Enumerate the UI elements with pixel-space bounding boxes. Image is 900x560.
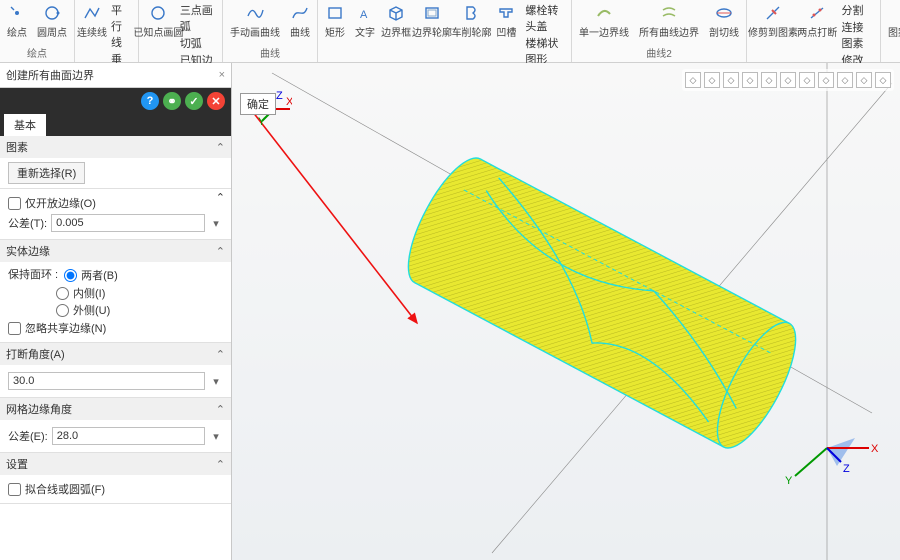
view-tool-5[interactable]: ◇ <box>780 72 796 88</box>
view-tool-0[interactable]: ◇ <box>685 72 701 88</box>
collapse-icon[interactable]: ⌃ <box>216 403 225 416</box>
spinner-icon[interactable]: ▾ <box>209 430 223 443</box>
silhouette-tool-icon <box>463 4 481 22</box>
mini-item[interactable]: 三点画弧 <box>178 2 218 34</box>
mesh-angle-input[interactable] <box>52 427 205 445</box>
tolerance-label: 公差(T): <box>8 215 47 231</box>
section-settings-title: 设置 <box>6 456 28 472</box>
view-tool-9[interactable]: ◇ <box>856 72 872 88</box>
all-edges-tool[interactable]: 所有曲线边界 <box>636 2 702 44</box>
collapse-icon[interactable]: ⌃ <box>216 191 225 204</box>
section-tool-icon <box>715 4 733 22</box>
view-tool-3[interactable]: ◇ <box>742 72 758 88</box>
collapse-icon[interactable]: ⌃ <box>216 245 225 258</box>
help-button[interactable]: ? <box>141 92 159 110</box>
open-edges-label: 仅开放边缘(O) <box>25 195 96 211</box>
viewport-3d[interactable]: 确定 X Y Z ◇◇◇◇◇◇◇◇◇◇◇ <box>232 63 900 560</box>
panel-title: 创建所有曲面边界 <box>6 67 94 83</box>
polyline-tool-icon <box>83 4 101 22</box>
collapse-icon[interactable]: ⌃ <box>216 141 225 154</box>
ok-button[interactable]: ✓ <box>185 92 203 110</box>
freehand-tool-icon <box>246 4 264 22</box>
collapse-icon[interactable]: ⌃ <box>216 458 225 471</box>
bbox-tool-icon <box>387 4 405 22</box>
confirm-button[interactable]: 确定 <box>240 93 276 115</box>
section-solid-edges-title: 实体边缘 <box>6 243 50 259</box>
mini-item[interactable]: 平行线 <box>109 2 134 50</box>
tolerance-input[interactable] <box>51 214 205 232</box>
svg-text:A: A <box>360 9 368 21</box>
mini-item[interactable]: 螺栓转头盖 <box>523 2 567 34</box>
collapse-icon[interactable]: ⌃ <box>216 348 225 361</box>
svg-text:Y: Y <box>785 475 793 487</box>
text-tool-icon: A <box>356 4 374 22</box>
view-tool-4[interactable]: ◇ <box>761 72 777 88</box>
single-edge-tool[interactable]: 单一边界线 <box>576 2 632 44</box>
point-tool[interactable]: 绘点 <box>4 2 30 44</box>
known-arc-tool-icon <box>149 4 167 22</box>
spinner-icon[interactable]: ▾ <box>209 217 223 230</box>
mesh-tol-label: 公差(E): <box>8 428 48 444</box>
link-button[interactable]: ⚭ <box>163 92 181 110</box>
mini-item[interactable]: 分割 <box>839 2 876 18</box>
radio-outer[interactable] <box>56 304 69 317</box>
svg-text:Z: Z <box>843 463 850 475</box>
view-tool-2[interactable]: ◇ <box>723 72 739 88</box>
section-tool[interactable]: 剖切线 <box>706 2 742 44</box>
fit-arc-checkbox[interactable] <box>8 483 21 496</box>
mini-item[interactable]: 切弧 <box>178 35 218 51</box>
open-edges-checkbox[interactable] <box>8 197 21 210</box>
group-label: 绘点 <box>4 44 70 60</box>
single-edge-tool-icon <box>595 4 613 22</box>
two-point-tool-icon <box>808 4 826 22</box>
break-angle-input[interactable] <box>8 372 205 390</box>
group-label: 修剪2 <box>885 44 900 60</box>
radio-both[interactable] <box>64 269 77 282</box>
mini-item[interactable]: 连接图素 <box>839 19 876 51</box>
point-tool-icon <box>8 4 26 22</box>
svg-text:Z: Z <box>276 91 283 102</box>
trim-tool-icon <box>764 4 782 22</box>
section-break-angle-title: 打断角度(A) <box>6 346 65 362</box>
spline-tool[interactable]: 曲线 <box>287 2 313 44</box>
view-tool-8[interactable]: ◇ <box>837 72 853 88</box>
svg-text:X: X <box>871 443 879 455</box>
keep-ring-label: 保持面环 : <box>8 266 58 284</box>
group-label: 曲线2 <box>576 44 742 60</box>
svg-text:X: X <box>286 96 292 108</box>
rect-tool-icon <box>326 4 344 22</box>
view-tool-6[interactable]: ◇ <box>799 72 815 88</box>
view-tool-1[interactable]: ◇ <box>704 72 720 88</box>
ignore-shared-checkbox[interactable] <box>8 322 21 335</box>
cancel-button[interactable]: ✕ <box>207 92 225 110</box>
arc-point-tool[interactable]: 圆周点 <box>34 2 70 44</box>
all-edges-tool-icon <box>660 4 678 22</box>
chamfer-tool[interactable]: 图案倒圆角 <box>885 2 900 44</box>
radio-inner[interactable] <box>56 287 69 300</box>
scene-canvas: X Y Z <box>232 63 900 560</box>
spline-tool-icon <box>291 4 309 22</box>
groove-tool-icon <box>497 4 515 22</box>
svg-text:Y: Y <box>258 116 266 127</box>
section-elements-title: 图素 <box>6 139 28 155</box>
freehand-tool[interactable]: 手动画曲线 <box>227 2 283 44</box>
section-mesh-angle-title: 网格边缘角度 <box>6 401 72 417</box>
view-tool-10[interactable]: ◇ <box>875 72 891 88</box>
reselect-button[interactable]: 重新选择(R) <box>8 162 85 184</box>
arc-point-tool-icon <box>43 4 61 22</box>
outline-tool-icon <box>423 4 441 22</box>
group-label: 曲线 <box>227 44 313 60</box>
spinner-icon[interactable]: ▾ <box>209 375 223 388</box>
panel-close-icon[interactable]: × <box>219 69 225 81</box>
tab-basic[interactable]: 基本 <box>4 114 46 136</box>
view-tool-7[interactable]: ◇ <box>818 72 834 88</box>
